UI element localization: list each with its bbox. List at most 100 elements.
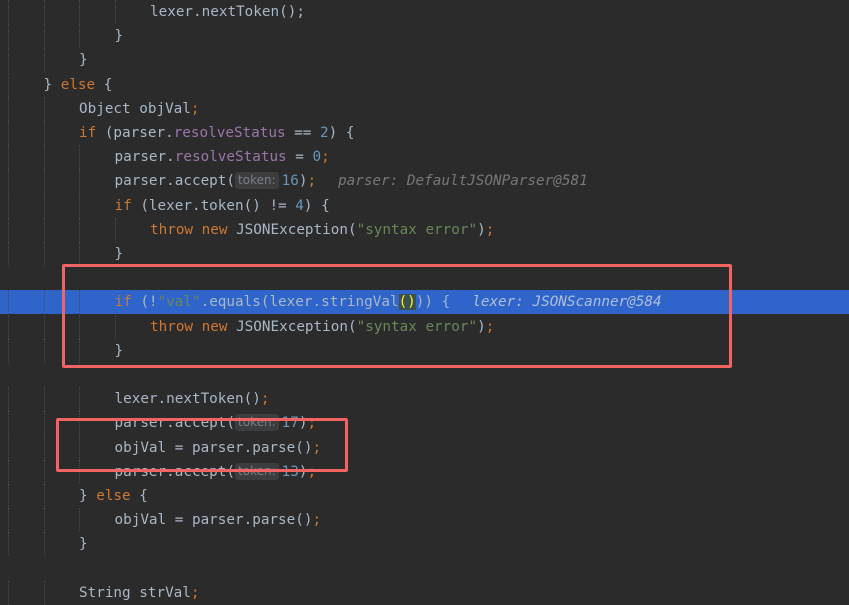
code-token: if bbox=[114, 197, 132, 214]
code-token: lexer.nextToken() bbox=[114, 391, 261, 408]
code-line[interactable]: parser.resolveStatus = 0; bbox=[0, 145, 849, 170]
code-token: (! bbox=[131, 294, 158, 311]
code-line[interactable]: objVal = parser.parse(); bbox=[0, 508, 849, 533]
code-line[interactable]: } else { bbox=[0, 484, 849, 508]
code-token: resolveStatus bbox=[174, 149, 287, 166]
indent-guide bbox=[79, 338, 80, 363]
indent-guide bbox=[43, 96, 45, 121]
code-line[interactable]: } else { bbox=[0, 72, 849, 97]
code-text: parser.resolveStatus = 0; bbox=[115, 145, 330, 169]
code-token: ; bbox=[307, 415, 317, 432]
code-token: ; bbox=[312, 439, 322, 456]
code-token: parser.accept( bbox=[114, 415, 236, 432]
code-token: = bbox=[286, 149, 313, 166]
code-text: if (lexer.token() != 4) { bbox=[115, 194, 330, 218]
code-token: ) bbox=[477, 318, 486, 335]
code-token: } bbox=[79, 536, 88, 553]
parameter-hint: token: bbox=[235, 172, 279, 190]
code-token: )) { bbox=[415, 294, 451, 311]
indent-guide bbox=[43, 459, 45, 484]
indent-guide bbox=[8, 459, 9, 484]
code-text: objVal = parser.parse(); bbox=[115, 508, 322, 532]
code-line[interactable]: parser.accept(token: 13); bbox=[0, 459, 849, 484]
code-line[interactable]: objVal = parser.parse(); bbox=[0, 435, 849, 460]
indent-guide bbox=[79, 217, 80, 242]
indent-guide bbox=[8, 145, 9, 170]
code-line[interactable]: if (lexer.token() != 4) { bbox=[0, 193, 849, 218]
code-editor[interactable]: lexer.nextToken();}}} else {Object objVa… bbox=[0, 0, 849, 605]
indent-guide bbox=[79, 508, 80, 533]
code-text: } bbox=[79, 48, 88, 72]
code-line[interactable]: String strVal; bbox=[0, 580, 849, 605]
indent-guide bbox=[43, 193, 45, 218]
code-line[interactable]: parser.accept(token: 16); parser: DefaultJ… bbox=[0, 169, 849, 194]
code-token: ; bbox=[307, 173, 317, 190]
code-line[interactable] bbox=[0, 557, 849, 581]
code-token: } bbox=[114, 342, 124, 359]
code-token: if bbox=[79, 125, 97, 141]
code-token: lexer.nextToken(); bbox=[150, 4, 305, 20]
code-token: String strVal bbox=[79, 584, 191, 601]
indent-guide bbox=[8, 387, 9, 412]
indent-guide bbox=[79, 145, 80, 170]
code-line[interactable]: } bbox=[0, 48, 849, 73]
code-text: } bbox=[115, 242, 124, 266]
code-line[interactable]: if (parser.resolveStatus == 2) { bbox=[0, 121, 849, 145]
indent-guide bbox=[8, 72, 9, 97]
indent-guide bbox=[8, 121, 9, 145]
indent-guide bbox=[79, 242, 80, 266]
code-text: Object objVal; bbox=[79, 97, 200, 121]
indent-guide bbox=[114, 0, 116, 24]
indent-guide bbox=[8, 314, 9, 339]
code-line[interactable]: parser.accept(token: 17); bbox=[0, 411, 849, 436]
indent-guide bbox=[8, 48, 9, 73]
code-token: ; bbox=[260, 391, 270, 408]
indent-guide bbox=[79, 459, 80, 484]
indent-guide bbox=[8, 508, 9, 533]
indent-guide bbox=[79, 0, 80, 24]
code-line[interactable]: throw new JSONException("syntax error"); bbox=[0, 217, 849, 242]
code-token: (lexer.token() != bbox=[131, 197, 296, 214]
indent-guide bbox=[43, 145, 45, 170]
code-token: objVal = parser.parse() bbox=[114, 512, 313, 529]
code-token: parser.accept( bbox=[114, 173, 236, 190]
code-text: parser.accept(token: 13); bbox=[115, 460, 316, 484]
debugger-inline-value: lexer: JSONScanner@584 bbox=[472, 294, 662, 311]
code-line[interactable]: } bbox=[0, 24, 849, 49]
code-line[interactable]: throw new JSONException("syntax error"); bbox=[0, 314, 849, 339]
indent-guide bbox=[79, 435, 80, 460]
indent-guide bbox=[43, 242, 45, 266]
indent-guide bbox=[8, 242, 9, 266]
indent-guide bbox=[43, 387, 45, 412]
code-token: .equals(lexer.stringVal bbox=[200, 294, 399, 311]
code-token: ) bbox=[477, 221, 486, 238]
code-line[interactable]: } bbox=[0, 532, 849, 557]
code-line[interactable]: } bbox=[0, 242, 849, 266]
indent-guide bbox=[8, 169, 9, 194]
code-line[interactable]: Object objVal; bbox=[0, 96, 849, 121]
code-token: ; bbox=[190, 100, 200, 117]
code-token: ) { bbox=[303, 197, 330, 214]
indent-guide bbox=[43, 314, 45, 339]
indent-guide bbox=[43, 48, 45, 73]
code-line[interactable]: lexer.nextToken(); bbox=[0, 0, 849, 24]
code-token: 4 bbox=[295, 197, 304, 214]
indent-guide bbox=[79, 290, 80, 315]
code-token: } bbox=[79, 488, 97, 504]
code-text: } bbox=[79, 532, 88, 556]
code-text: if (!"val".equals(lexer.stringVal())) {l… bbox=[115, 290, 662, 314]
indent-guide bbox=[43, 532, 45, 557]
code-line[interactable]: } bbox=[0, 338, 849, 363]
code-token: "val" bbox=[157, 294, 201, 311]
indent-guide bbox=[43, 0, 45, 24]
indent-guide bbox=[8, 435, 9, 460]
code-token: else bbox=[96, 488, 131, 504]
code-token: resolveStatus bbox=[173, 125, 286, 141]
code-line[interactable] bbox=[0, 266, 849, 290]
code-line-current[interactable]: if (!"val".equals(lexer.stringVal())) {l… bbox=[0, 290, 849, 315]
code-line[interactable] bbox=[0, 363, 849, 387]
code-token: } bbox=[43, 76, 61, 93]
indent-guide bbox=[8, 290, 9, 315]
indent-guide bbox=[8, 484, 9, 508]
code-line[interactable]: lexer.nextToken(); bbox=[0, 387, 849, 412]
